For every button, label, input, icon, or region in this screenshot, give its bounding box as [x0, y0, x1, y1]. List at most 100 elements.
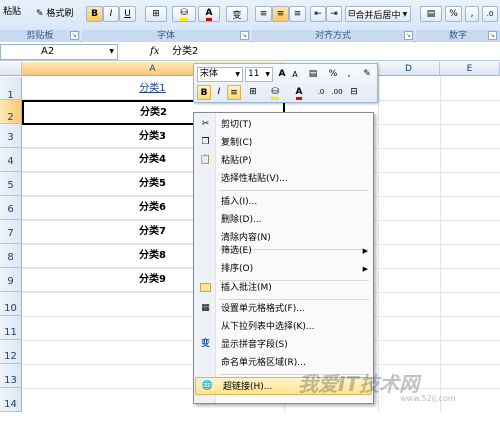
align-left-button[interactable]: ≡ [255, 6, 272, 22]
row-header-14[interactable]: 14 [0, 388, 22, 412]
decrease-indent-icon: ⇤ [314, 9, 322, 19]
menu-item-format-cells[interactable]: ▦ 设置单元格格式(F)... [194, 300, 373, 318]
align-right-icon: ≡ [293, 9, 302, 19]
row-header-10[interactable]: 10 [0, 292, 22, 316]
fill-bucket-icon: ⛁ [271, 87, 279, 100]
font-color-button[interactable]: A [198, 6, 220, 22]
comma-button[interactable]: , [465, 6, 479, 22]
fill-color-button[interactable]: ⛁ [172, 6, 196, 22]
ribbon: 粘贴 ✎ 格式刷 B I U ⊞ ⛁ A 变 ≡ ≡ ≡ ⇤ ⇥ ⊟ 合并后居中… [0, 0, 500, 42]
row-header-13[interactable]: 13 [0, 364, 22, 388]
mini-comma-button[interactable]: , [344, 67, 354, 82]
mini-borders-button[interactable]: ⊞ [245, 85, 261, 100]
paste-button[interactable]: 粘贴 [3, 4, 21, 17]
clipboard-launcher-icon[interactable]: ↘ [70, 31, 79, 40]
chevron-down-icon: ▼ [235, 71, 240, 78]
menu-item-show-phonetic[interactable]: 变 显示拼音字段(S) [194, 336, 373, 354]
borders-icon: ⊞ [249, 87, 257, 97]
row-header-12[interactable]: 12 [0, 340, 22, 364]
menu-item-insert-comment[interactable]: 插入批注(M) [194, 279, 373, 297]
name-box[interactable]: A2 ▼ [0, 44, 118, 60]
row-header-11[interactable]: 11 [0, 316, 22, 340]
borders-icon: ⊞ [152, 9, 160, 19]
font-group-label: 字体 [82, 30, 250, 42]
number-launcher-icon[interactable]: ↘ [488, 31, 497, 40]
mini-size-select[interactable]: 11 ▼ [245, 67, 273, 82]
row-header-7[interactable]: 7 [0, 220, 22, 244]
align-center-button[interactable]: ≡ [272, 6, 289, 22]
brush-icon: ✎ [36, 9, 44, 19]
shrink-font-button[interactable]: A [289, 67, 301, 82]
mini-merge-button[interactable]: ⊟ [347, 85, 361, 100]
mini-fill-color-button[interactable]: ⛁ [266, 85, 284, 100]
menu-item-pick-from-list[interactable]: 从下拉列表中选择(K)... [194, 318, 373, 336]
increase-indent-button[interactable]: ⇥ [326, 6, 342, 22]
select-all-corner[interactable] [0, 62, 22, 76]
format-painter-button[interactable]: ✎ 格式刷 [36, 6, 73, 19]
row-header-5[interactable]: 5 [0, 172, 22, 196]
row-header-8[interactable]: 8 [0, 244, 22, 268]
format-painter-label: 格式刷 [46, 9, 74, 19]
merge-icon: ⊟ [350, 87, 358, 97]
align-center-icon: ≡ [230, 88, 238, 98]
menu-item-label: 从下拉列表中选择(K)... [221, 322, 315, 332]
menu-item-insert[interactable]: 插入(I)... [194, 193, 373, 211]
mini-italic-button[interactable]: I [213, 85, 225, 100]
menu-item-cut[interactable]: ✂ 剪切(T) [194, 116, 373, 134]
row-header-6[interactable]: 6 [0, 196, 22, 220]
italic-button[interactable]: I [103, 6, 119, 22]
mini-increase-decimal-button[interactable]: .0 [314, 85, 328, 100]
mini-center-button[interactable]: ≡ [227, 85, 241, 100]
mini-bold-button[interactable]: B [197, 85, 211, 100]
submenu-arrow-icon: ▶ [362, 247, 368, 255]
menu-item-copy[interactable]: ❐ 复制(C) [194, 134, 373, 152]
row-header-4[interactable]: 4 [0, 148, 22, 172]
align-right-button[interactable]: ≡ [289, 6, 306, 22]
mini-accounting-button[interactable]: ▤ [304, 67, 322, 82]
copy-icon: ❐ [201, 137, 210, 147]
menu-item-label: 超链接(H)... [223, 382, 273, 392]
decrease-indent-button[interactable]: ⇤ [310, 6, 326, 22]
menu-item-delete[interactable]: 删除(D)... [194, 211, 373, 229]
accounting-format-button[interactable]: ▤ [420, 6, 442, 22]
percent-button[interactable]: % [445, 6, 462, 22]
menu-item-paste-special[interactable]: 选择性粘贴(V)... [194, 170, 373, 188]
row-header-3[interactable]: 3 [0, 124, 22, 148]
clipboard-group-label: 剪贴板 [0, 30, 80, 42]
menu-item-label: 删除(D)... [221, 215, 262, 225]
grow-font-button[interactable]: A [276, 67, 288, 82]
bold-button[interactable]: B [86, 6, 103, 22]
brush-icon: ✎ [363, 69, 371, 79]
row-header-2[interactable]: 2 [0, 100, 22, 124]
column-header-d[interactable]: D [378, 62, 440, 76]
menu-item-filter[interactable]: 筛选(E) ▶ [194, 242, 373, 260]
underline-button[interactable]: U [119, 6, 136, 22]
mini-font-value: 宋体 [200, 69, 219, 79]
menu-item-sort[interactable]: 排序(O) ▶ [194, 260, 373, 278]
formula-input[interactable]: 分类2 [172, 44, 198, 60]
merge-center-button[interactable]: ⊟ 合并后居中 ▼ [345, 6, 411, 22]
mini-format-painter-button[interactable]: ✎ [360, 67, 374, 82]
mini-font-color-button[interactable]: A [290, 85, 308, 100]
mini-percent-button[interactable]: % [327, 67, 339, 82]
phonetic-button[interactable]: 变 [226, 6, 248, 22]
watermark-url: www.52ij.com [400, 394, 456, 403]
font-launcher-icon[interactable]: ↘ [240, 31, 249, 40]
row-header-9[interactable]: 9 [0, 268, 22, 292]
phonetic-icon: 变 [200, 339, 210, 349]
insert-function-button[interactable]: fx [150, 44, 170, 60]
chevron-down-icon[interactable]: ▼ [109, 45, 114, 59]
increase-decimal-button[interactable]: .0 [482, 6, 498, 22]
alignment-group-label: 对齐方式 [252, 30, 414, 42]
currency-icon: ▤ [308, 69, 318, 79]
mini-decrease-decimal-button[interactable]: .00 [330, 85, 344, 100]
menu-item-label: 复制(C) [221, 138, 253, 148]
row-header-1[interactable]: 1 [0, 77, 22, 101]
borders-button[interactable]: ⊞ [145, 6, 167, 22]
mini-font-select[interactable]: 宋体 ▼ [197, 67, 243, 82]
menu-item-paste[interactable]: 📋 粘贴(P) [194, 152, 373, 170]
alignment-launcher-icon[interactable]: ↘ [404, 31, 413, 40]
column-header-e[interactable]: E [440, 62, 500, 76]
align-center-icon: ≡ [276, 9, 285, 19]
increase-indent-icon: ⇥ [330, 9, 338, 19]
